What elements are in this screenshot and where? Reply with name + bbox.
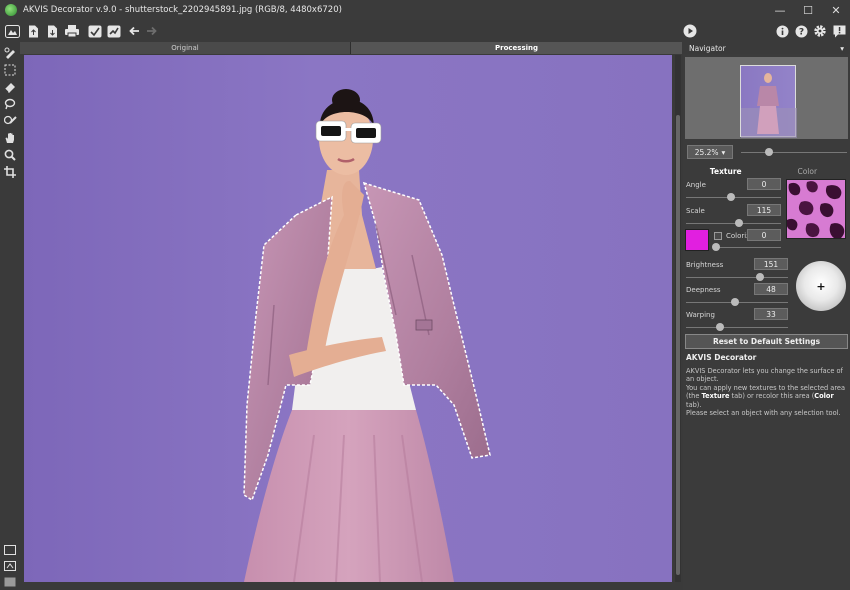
scale-slider-knob[interactable] bbox=[735, 219, 743, 227]
deepness-label: Deepness bbox=[686, 286, 721, 294]
hand-icon[interactable] bbox=[2, 130, 18, 146]
help-icon[interactable]: ? bbox=[793, 23, 809, 39]
crop-icon[interactable] bbox=[2, 164, 18, 180]
scrollbar-thumb[interactable] bbox=[676, 115, 680, 575]
warping-input[interactable]: 33 bbox=[754, 308, 788, 320]
navigator-thumbnail[interactable] bbox=[740, 65, 797, 138]
svg-text:?: ? bbox=[798, 27, 803, 37]
zoom-row: 25.2% ▾ bbox=[687, 145, 847, 159]
workspace-icon[interactable] bbox=[4, 23, 20, 39]
description-line2: You can apply new textures to the select… bbox=[686, 383, 845, 409]
tab-original[interactable]: Original bbox=[20, 42, 351, 54]
about-icon[interactable] bbox=[774, 23, 790, 39]
lasso-icon[interactable] bbox=[2, 96, 18, 112]
settings-tabs: Texture Color bbox=[685, 165, 848, 177]
description-line3: Please select an object with any selecti… bbox=[686, 409, 841, 418]
light-direction-control[interactable]: + bbox=[796, 261, 846, 311]
zoom-slider-track[interactable] bbox=[741, 152, 847, 153]
window-title: AKVIS Decorator v.9.0 - shutterstock_220… bbox=[23, 5, 342, 15]
background-color-icon[interactable] bbox=[2, 574, 18, 590]
selection-brush-icon[interactable] bbox=[2, 45, 18, 61]
navigator-title: Navigator bbox=[689, 43, 726, 53]
angle-label: Angle bbox=[686, 181, 706, 189]
angle-input[interactable]: 0 bbox=[747, 178, 781, 190]
compare-view-icon[interactable] bbox=[2, 542, 18, 558]
print-icon[interactable] bbox=[64, 23, 80, 39]
maximize-button[interactable]: ☐ bbox=[794, 0, 822, 20]
zoom-slider-knob[interactable] bbox=[765, 148, 773, 156]
split-view-icon[interactable] bbox=[2, 558, 18, 574]
reset-defaults-button[interactable]: Reset to Default Settings bbox=[685, 334, 848, 349]
collapse-arrow-icon[interactable]: ▾ bbox=[840, 44, 844, 53]
settings-icon[interactable] bbox=[812, 23, 828, 39]
tab-processing[interactable]: Processing bbox=[351, 42, 682, 54]
scale-slider-track[interactable] bbox=[686, 223, 781, 224]
redo-arrow-icon[interactable] bbox=[143, 23, 159, 39]
zoom-dropdown[interactable]: 25.2% ▾ bbox=[687, 145, 733, 159]
brightness-input[interactable]: 151 bbox=[754, 258, 788, 270]
description-line1: AKVIS Decorator lets you change the surf… bbox=[686, 367, 843, 384]
tools-panel bbox=[0, 42, 20, 590]
colorize-checkbox[interactable] bbox=[714, 232, 722, 240]
description-title: AKVIS Decorator bbox=[686, 353, 757, 362]
rect-selection-icon[interactable] bbox=[2, 62, 18, 78]
run-icon[interactable] bbox=[682, 23, 698, 39]
scale-input[interactable]: 115 bbox=[747, 204, 781, 216]
colorize-slider-track[interactable] bbox=[714, 247, 781, 248]
warping-label: Warping bbox=[686, 311, 715, 319]
navigator-header: Navigator ▾ bbox=[683, 42, 850, 54]
title-bar: AKVIS Decorator v.9.0 - shutterstock_220… bbox=[0, 0, 850, 20]
vertical-scrollbar[interactable] bbox=[675, 55, 681, 582]
angle-slider-knob[interactable] bbox=[727, 193, 735, 201]
navigator-preview[interactable] bbox=[685, 57, 848, 139]
tab-color[interactable]: Color bbox=[767, 165, 849, 177]
undo-arrow-icon[interactable] bbox=[126, 23, 142, 39]
deepness-slider-knob[interactable] bbox=[731, 298, 739, 306]
texture-preview[interactable] bbox=[786, 179, 846, 239]
chevron-down-icon: ▾ bbox=[721, 147, 726, 157]
close-button[interactable]: ✕ bbox=[822, 0, 850, 20]
zoom-value: 25.2% bbox=[694, 147, 719, 157]
photo-woman-pink-jacket bbox=[243, 89, 491, 582]
image-canvas[interactable] bbox=[24, 55, 672, 582]
colorize-slider-knob[interactable] bbox=[712, 243, 720, 251]
colorize-input[interactable]: 0 bbox=[747, 229, 781, 241]
warping-slider-track[interactable] bbox=[686, 327, 788, 328]
deepness-input[interactable]: 48 bbox=[754, 283, 788, 295]
brightness-label: Brightness bbox=[686, 261, 724, 269]
zoom-icon[interactable] bbox=[2, 147, 18, 163]
save-icon[interactable] bbox=[44, 23, 60, 39]
scale-label: Scale bbox=[686, 207, 705, 215]
app-logo-icon bbox=[5, 4, 17, 16]
description-text: AKVIS Decorator lets you change the surf… bbox=[686, 367, 848, 417]
news-icon[interactable] bbox=[831, 23, 847, 39]
main-toolbar: ? bbox=[0, 20, 850, 42]
view-tabs: Original Processing bbox=[20, 42, 682, 54]
eraser-icon[interactable] bbox=[2, 79, 18, 95]
brightness-slider-knob[interactable] bbox=[756, 273, 764, 281]
open-icon[interactable] bbox=[25, 23, 41, 39]
tab-texture[interactable]: Texture bbox=[685, 165, 767, 177]
crosshair-icon: + bbox=[816, 279, 826, 293]
colorize-color-swatch[interactable] bbox=[685, 229, 709, 251]
warping-slider-knob[interactable] bbox=[716, 323, 724, 331]
save-preset-icon[interactable] bbox=[106, 23, 122, 39]
load-preset-icon[interactable] bbox=[87, 23, 103, 39]
brightness-slider-track[interactable] bbox=[686, 277, 788, 278]
magic-brush-icon[interactable] bbox=[2, 113, 18, 129]
settings-panel: Navigator ▾ 25.2% ▾ Texture Color Angle … bbox=[683, 42, 850, 590]
minimize-button[interactable]: — bbox=[766, 0, 794, 20]
